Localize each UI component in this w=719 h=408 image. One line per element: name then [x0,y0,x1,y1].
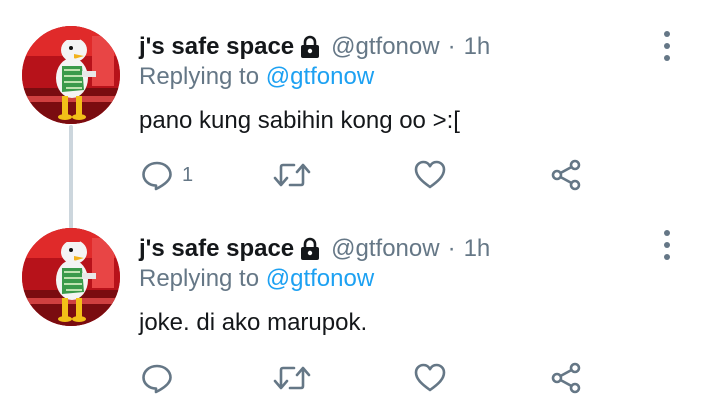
heart-icon [414,160,446,189]
reply-button[interactable]: 1 [140,155,193,195]
timestamp[interactable]: 1h [464,235,491,263]
display-name[interactable]: j's safe space [139,33,294,61]
like-button[interactable] [413,358,447,398]
avatar-image [22,228,120,326]
tweet-actions [0,358,719,398]
more-vertical-icon [664,31,670,37]
retweet-button[interactable] [272,155,312,195]
retweet-button[interactable] [272,358,312,398]
share-button[interactable] [549,155,583,195]
tweet-actions: 1 [0,155,719,195]
tweet-header: j's safe space @gtfonow · 1h [139,30,490,64]
replying-to-mention[interactable]: @gtfonow [266,265,374,292]
lock-icon [299,35,321,59]
separator-dot: · [447,235,456,262]
reply-count: 1 [182,163,194,186]
share-icon [551,362,581,394]
reply-button[interactable] [140,358,174,398]
share-button[interactable] [549,358,583,398]
display-name[interactable]: j's safe space [139,235,294,263]
replying-to-label: Replying to [139,63,260,90]
more-vertical-icon [664,230,670,236]
lock-icon [299,237,321,261]
replying-to-line: Replying to @gtfonow [139,265,374,293]
tweet[interactable]: j's safe space @gtfonow · 1h Replying to… [0,204,719,408]
more-options-button[interactable] [655,31,679,61]
avatar[interactable] [22,228,120,326]
replying-to-label: Replying to [139,265,260,292]
retweet-icon [273,163,311,187]
replying-to-line: Replying to @gtfonow [139,63,374,91]
avatar[interactable] [22,26,120,124]
share-icon [551,159,581,191]
timestamp[interactable]: 1h [464,33,491,61]
speech-bubble-icon [142,364,172,394]
avatar-image [22,26,120,124]
like-button[interactable] [413,155,447,195]
tweet-text: pano kung sabihin kong oo >:[ [139,107,460,134]
tweet-text: joke. di ako marupok. [139,309,368,336]
user-handle[interactable]: @gtfonow [331,235,439,263]
tweet[interactable]: j's safe space @gtfonow · 1h Replying to… [0,0,719,229]
more-options-button[interactable] [655,230,679,260]
user-handle[interactable]: @gtfonow [331,33,439,61]
replying-to-mention[interactable]: @gtfonow [266,63,374,90]
heart-icon [414,363,446,392]
tweet-header: j's safe space @gtfonow · 1h [139,232,490,266]
speech-bubble-icon [142,161,172,191]
retweet-icon [273,366,311,390]
separator-dot: · [447,33,456,60]
